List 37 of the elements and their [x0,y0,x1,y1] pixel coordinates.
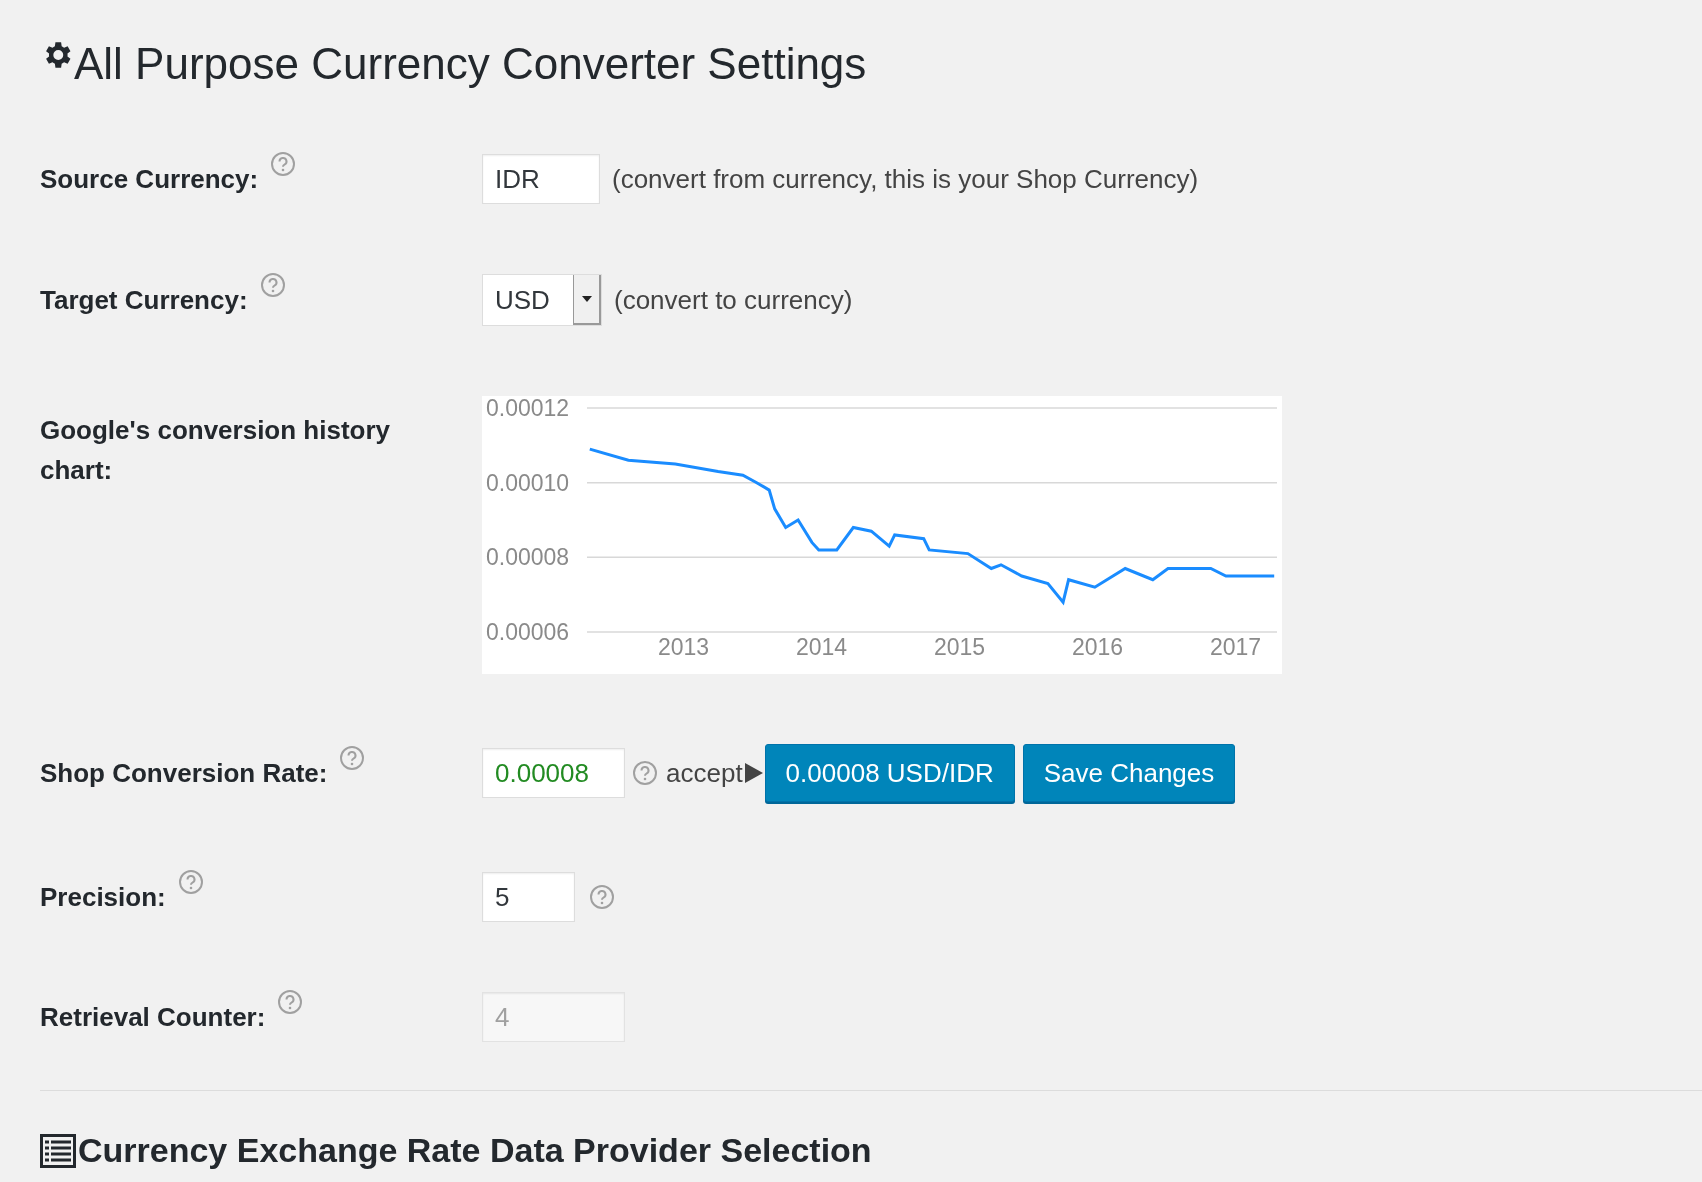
triangle-icon [744,763,763,783]
x-tick-label: 2013 [658,634,710,660]
field-label: Source Currency: [40,163,259,196]
accept-rate-button[interactable]: 0.00008 USD/IDR [764,744,1015,802]
precision-input[interactable]: 5 [482,872,575,922]
help-icon[interactable] [259,272,286,298]
field-note: (convert to currency) [614,283,853,317]
y-tick-label: 0.00006 [486,619,570,645]
help-icon[interactable] [270,151,297,177]
field-note: (convert from currency, this is your Shop Currency) [612,162,1199,196]
field-label: Shop Conversion Rate: [40,757,328,790]
list-icon [40,1133,76,1168]
x-tick-label: 2016 [1072,634,1124,660]
section-heading: Currency Exchange Rate Data Provider Selection [78,1130,872,1171]
save-changes-button[interactable]: Save Changes [1022,744,1236,802]
currency-select[interactable]: USD [482,274,602,326]
y-tick-label: 0.00012 [486,396,570,421]
help-icon[interactable] [339,745,366,771]
x-tick-label: 2015 [934,634,986,660]
field-label: Target Currency: [40,284,248,317]
x-tick-label: 2014 [796,634,848,660]
page-title: All Purpose Currency Converter Settings [74,38,867,90]
help-icon[interactable] [277,989,304,1015]
help-icon[interactable] [632,760,658,786]
help-icon[interactable] [589,884,615,910]
y-tick-label: 0.00008 [486,544,570,571]
help-icon[interactable] [177,869,204,895]
field-label: Retrieval Counter: [40,1001,266,1034]
caret-icon [573,275,601,325]
x-tick-label: 2017 [1210,634,1262,660]
currency-input[interactable]: IDR [482,154,600,204]
rate-input[interactable]: 0.00008 [482,748,625,798]
field-label: Google's conversion history chart: [40,414,392,487]
field-label: Precision: [40,881,166,914]
accept-label: accept [666,756,743,790]
y-tick-label: 0.00010 [486,469,570,496]
counter-input: 4 [482,992,625,1042]
